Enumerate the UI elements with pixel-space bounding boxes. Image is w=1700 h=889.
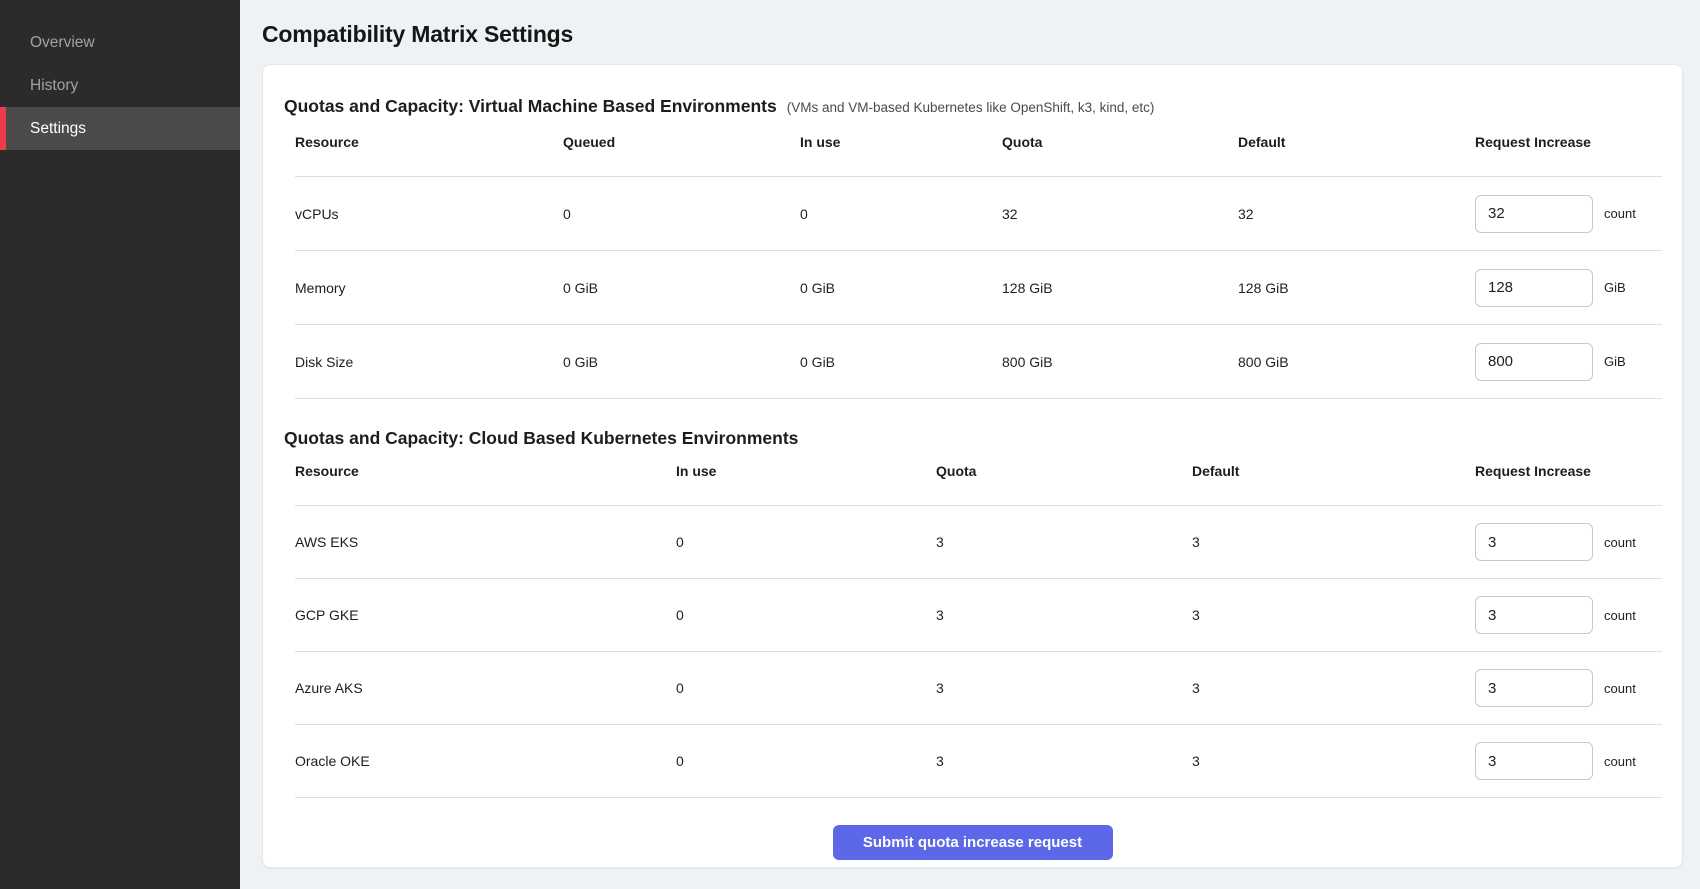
vm-quota-table: Resource Queued In use Quota Default Req…: [295, 117, 1662, 399]
cell-resource: Memory: [295, 280, 563, 296]
cloud-table-header-row: Resource In use Quota Default Request In…: [295, 449, 1662, 506]
unit-label: count: [1604, 535, 1636, 550]
cell-quota: 3: [936, 680, 1192, 696]
column-header-request-increase: Request Increase: [1475, 134, 1662, 150]
column-header-quota: Quota: [936, 463, 1192, 479]
cell-quota: 800 GiB: [1002, 354, 1238, 370]
cell-in-use: 0: [676, 753, 936, 769]
cell-queued: 0: [563, 206, 800, 222]
disk-size-request-increase-input[interactable]: [1475, 343, 1593, 381]
cell-default: 3: [1192, 753, 1475, 769]
cell-resource: GCP GKE: [295, 607, 676, 623]
sidebar-item-overview[interactable]: Overview: [0, 21, 240, 64]
sidebar-item-label: Overview: [30, 34, 95, 52]
table-row-vcpus: vCPUs 0 0 32 32 count: [295, 177, 1662, 251]
main-content: Compatibility Matrix Settings Quotas and…: [240, 0, 1700, 889]
unit-label: GiB: [1604, 354, 1626, 369]
cloud-section-title: Quotas and Capacity: Cloud Based Kuberne…: [284, 427, 798, 449]
cell-quota: 3: [936, 607, 1192, 623]
cell-default: 3: [1192, 534, 1475, 550]
table-row-gcp-gke: GCP GKE 0 3 3 count: [295, 579, 1662, 652]
vm-table-header-row: Resource Queued In use Quota Default Req…: [295, 117, 1662, 177]
cell-quota: 3: [936, 753, 1192, 769]
cloud-section-header: Quotas and Capacity: Cloud Based Kuberne…: [263, 399, 1682, 449]
cell-resource: Azure AKS: [295, 680, 676, 696]
table-row-disk-size: Disk Size 0 GiB 0 GiB 800 GiB 800 GiB Gi…: [295, 325, 1662, 399]
cell-in-use: 0 GiB: [800, 280, 1002, 296]
cell-in-use: 0: [676, 607, 936, 623]
sidebar: Overview History Settings: [0, 0, 240, 889]
cell-resource: Oracle OKE: [295, 753, 676, 769]
table-row-aws-eks: AWS EKS 0 3 3 count: [295, 506, 1662, 579]
sidebar-item-settings[interactable]: Settings: [0, 107, 240, 150]
column-header-resource: Resource: [295, 463, 676, 479]
unit-label: count: [1604, 206, 1636, 221]
column-header-queued: Queued: [563, 134, 800, 150]
cell-default: 32: [1238, 206, 1475, 222]
sidebar-item-label: Settings: [30, 120, 86, 138]
cell-in-use: 0: [676, 534, 936, 550]
sidebar-item-history[interactable]: History: [0, 64, 240, 107]
aws-eks-request-increase-input[interactable]: [1475, 523, 1593, 561]
table-row-oracle-oke: Oracle OKE 0 3 3 count: [295, 725, 1662, 798]
cell-default: 3: [1192, 607, 1475, 623]
vm-section-header: Quotas and Capacity: Virtual Machine Bas…: [263, 65, 1682, 117]
unit-label: count: [1604, 608, 1636, 623]
cell-quota: 3: [936, 534, 1192, 550]
cell-resource: Disk Size: [295, 354, 563, 370]
vcpus-request-increase-input[interactable]: [1475, 195, 1593, 233]
cell-resource: vCPUs: [295, 206, 563, 222]
memory-request-increase-input[interactable]: [1475, 269, 1593, 307]
settings-card: Quotas and Capacity: Virtual Machine Bas…: [262, 64, 1683, 868]
cell-in-use: 0 GiB: [800, 354, 1002, 370]
unit-label: count: [1604, 754, 1636, 769]
cell-queued: 0 GiB: [563, 280, 800, 296]
column-header-resource: Resource: [295, 134, 563, 150]
column-header-in-use: In use: [800, 134, 1002, 150]
cloud-quota-table: Resource In use Quota Default Request In…: [295, 449, 1662, 798]
unit-label: GiB: [1604, 280, 1626, 295]
cell-queued: 0 GiB: [563, 354, 800, 370]
submit-button-row: Submit quota increase request: [263, 825, 1682, 860]
table-row-memory: Memory 0 GiB 0 GiB 128 GiB 128 GiB GiB: [295, 251, 1662, 325]
cell-default: 128 GiB: [1238, 280, 1475, 296]
column-header-default: Default: [1238, 134, 1475, 150]
unit-label: count: [1604, 681, 1636, 696]
cell-default: 800 GiB: [1238, 354, 1475, 370]
column-header-request-increase: Request Increase: [1475, 463, 1662, 479]
vm-section-subtitle: (VMs and VM-based Kubernetes like OpenSh…: [787, 100, 1155, 115]
cell-default: 3: [1192, 680, 1475, 696]
cell-resource: AWS EKS: [295, 534, 676, 550]
cell-quota: 128 GiB: [1002, 280, 1238, 296]
page-title: Compatibility Matrix Settings: [262, 21, 1683, 48]
column-header-quota: Quota: [1002, 134, 1238, 150]
oracle-oke-request-increase-input[interactable]: [1475, 742, 1593, 780]
column-header-in-use: In use: [676, 463, 936, 479]
cell-in-use: 0: [800, 206, 1002, 222]
submit-quota-increase-button[interactable]: Submit quota increase request: [833, 825, 1113, 860]
gcp-gke-request-increase-input[interactable]: [1475, 596, 1593, 634]
cell-quota: 32: [1002, 206, 1238, 222]
table-row-azure-aks: Azure AKS 0 3 3 count: [295, 652, 1662, 725]
sidebar-item-label: History: [30, 77, 78, 95]
column-header-default: Default: [1192, 463, 1475, 479]
vm-section-title: Quotas and Capacity: Virtual Machine Bas…: [284, 95, 777, 117]
azure-aks-request-increase-input[interactable]: [1475, 669, 1593, 707]
cell-in-use: 0: [676, 680, 936, 696]
